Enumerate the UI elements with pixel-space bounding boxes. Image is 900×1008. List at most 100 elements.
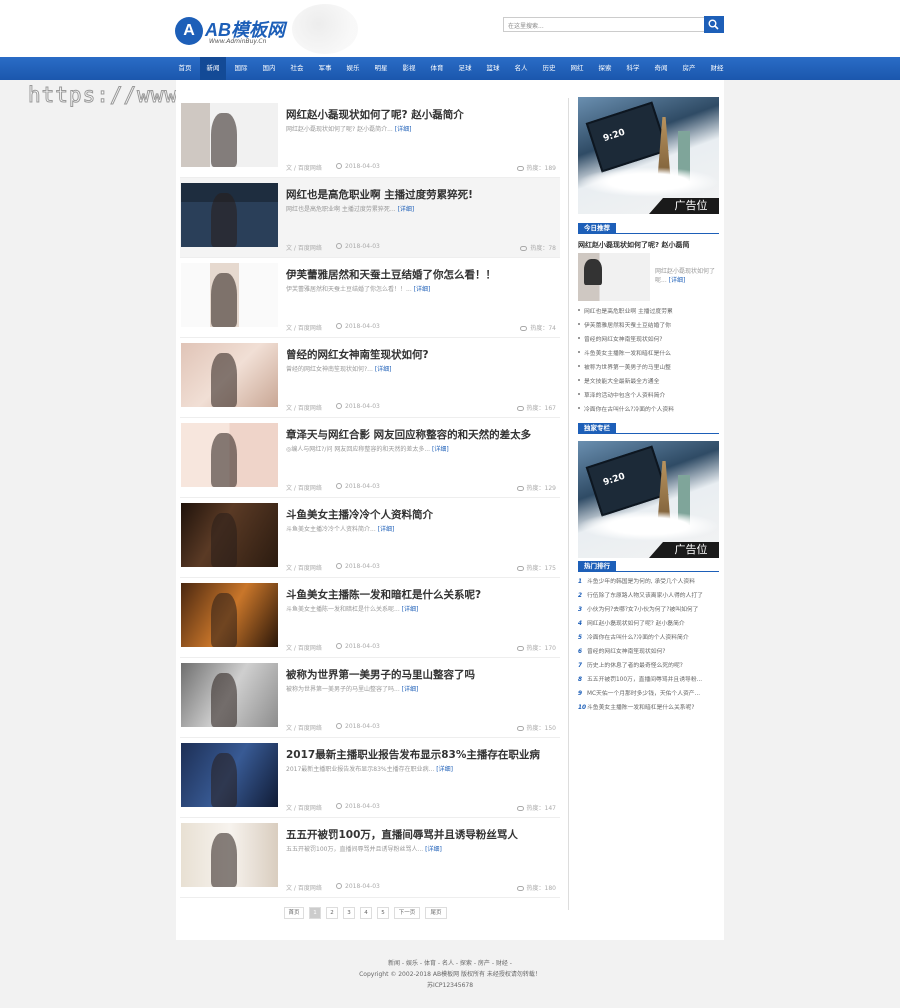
today-list-text[interactable]: 是文技能大全最新最全方通全 xyxy=(584,379,659,385)
today-list-text[interactable]: 斗鱼美女主播陈一发和暗杠是什么 xyxy=(584,351,671,357)
nav-item[interactable]: 明星 xyxy=(368,57,394,80)
article-more-link[interactable]: [详细] xyxy=(402,686,419,693)
today-list-text[interactable]: 被称为世界第一美男子的马里山整 xyxy=(584,365,671,371)
footer-icp[interactable]: 苏ICP12345678 xyxy=(0,980,900,991)
article-item[interactable]: 网红赵小磊现状如何了呢? 赵小磊简介 网红赵小磊现状如何了呢? 赵小磊简介... … xyxy=(180,98,560,178)
pager-page-1[interactable]: 1 xyxy=(309,907,321,919)
article-more-link[interactable]: [详细] xyxy=(425,846,442,853)
nav-item[interactable]: 房产 xyxy=(676,57,702,80)
search-button[interactable] xyxy=(704,16,724,33)
recommend-more-link[interactable]: [详细] xyxy=(669,277,686,284)
nav-item[interactable]: 娱乐 xyxy=(340,57,366,80)
rank-list-item[interactable]: 9 MC天佑一个月那时多少钱，天佑个人资产... xyxy=(578,687,719,701)
article-thumbnail[interactable] xyxy=(181,423,278,487)
today-list-item[interactable]: 草泽的活动中包含个人资料简介 xyxy=(578,389,719,403)
sidebar-ad-middle[interactable]: 9:20 广告位 xyxy=(578,441,719,558)
today-list-item[interactable]: 是文技能大全最新最全方通全 xyxy=(578,375,719,389)
article-title[interactable]: 曾经的网红女神南笙现状如何? xyxy=(286,347,429,362)
article-thumbnail[interactable] xyxy=(181,183,278,247)
article-thumbnail[interactable] xyxy=(181,583,278,647)
rank-list-item[interactable]: 10斗鱼美女主播陈一发和暗杠是什么关系呢? xyxy=(578,701,719,715)
rank-list-text[interactable]: MC天佑一个月那时多少钱，天佑个人资产... xyxy=(587,691,700,697)
nav-item[interactable]: 探索 xyxy=(592,57,618,80)
article-title[interactable]: 伊芙蕾雅居然和天蚕土豆结婚了你怎么看！！ xyxy=(286,267,496,282)
rank-list-item[interactable]: 3 小伙为何?去哪?女7小伙为何了?被叫如何了 xyxy=(578,603,719,617)
rank-list-item[interactable]: 5 冷面你在古叫什么?冷面的个人资料简介 xyxy=(578,631,719,645)
nav-item[interactable]: 首页 xyxy=(172,57,198,80)
article-title[interactable]: 网红赵小磊现状如何了呢? 赵小磊简介 xyxy=(286,107,464,122)
nav-item[interactable]: 财经 xyxy=(704,57,730,80)
rank-list-text[interactable]: 网红赵小磊现状如何了呢? 赵小磊简介 xyxy=(587,621,685,627)
rank-list-text[interactable]: 五五开被罚100万，直播间辱骂并且诱导粉... xyxy=(587,677,702,683)
nav-item[interactable]: 足球 xyxy=(452,57,478,80)
article-thumbnail[interactable] xyxy=(181,823,278,887)
article-title[interactable]: 章泽天与网红合影 网友回应称整容的和天然的差太多 xyxy=(286,427,531,442)
pager-first[interactable]: 首页 xyxy=(284,907,304,919)
today-list-item[interactable]: 被称为世界第一美男子的马里山整 xyxy=(578,361,719,375)
article-thumbnail[interactable] xyxy=(181,263,278,327)
nav-item[interactable]: 网红 xyxy=(564,57,590,80)
nav-item[interactable]: 影视 xyxy=(396,57,422,80)
article-title[interactable]: 2017最新主播职业报告发布显示83%主播存在职业病 xyxy=(286,747,540,762)
nav-item[interactable]: 国内 xyxy=(256,57,282,80)
article-title[interactable]: 斗鱼美女主播冷冷个人资料简介 xyxy=(286,507,433,522)
article-more-link[interactable]: [详细] xyxy=(436,766,453,773)
article-item[interactable]: 2017最新主播职业报告发布显示83%主播存在职业病 2017最新主播职业报告发布… xyxy=(180,738,560,818)
today-list-item[interactable]: 冷面你在古叫什么?冷面的个人资料 xyxy=(578,403,719,417)
today-list-text[interactable]: 网红也是高危职业啊 主播过度劳累 xyxy=(584,309,673,315)
article-title[interactable]: 网红也是高危职业啊 主播过度劳累猝死! xyxy=(286,187,473,202)
rank-list-text[interactable]: 斗鱼美女主播陈一发和暗杠是什么关系呢? xyxy=(587,705,694,711)
article-item[interactable]: 伊芙蕾雅居然和天蚕土豆结婚了你怎么看！！ 伊芙蕾雅居然和天蚕土豆结婚了你怎么看！！… xyxy=(180,258,560,338)
article-item[interactable]: 被称为世界第一美男子的马里山整容了吗 被称为世界第一美男子的马里山整容了吗... … xyxy=(180,658,560,738)
today-list-text[interactable]: 曾经的网红女神南笙现状如何? xyxy=(584,337,662,343)
today-list-item[interactable]: 伊芙蕾雅居然和天蚕土豆结婚了你 xyxy=(578,319,719,333)
nav-item[interactable]: 奇闻 xyxy=(648,57,674,80)
article-item[interactable]: 网红也是高危职业啊 主播过度劳累猝死! 网红也是高危职业啊 主播过度劳累猝死...… xyxy=(180,178,560,258)
article-item[interactable]: 曾经的网红女神南笙现状如何? 曾经的网红女神南笙现状如何?... [详细] 文 / … xyxy=(180,338,560,418)
nav-item[interactable]: 社会 xyxy=(284,57,310,80)
pager-page-2[interactable]: 2 xyxy=(326,907,338,919)
pager-last[interactable]: 尾页 xyxy=(425,907,447,919)
search-input[interactable]: 在这里搜索... xyxy=(503,17,705,32)
rank-list-item[interactable]: 6 曾经的网红女神南笙现状如何? xyxy=(578,645,719,659)
article-item[interactable]: 斗鱼美女主播冷冷个人资料简介 斗鱼美女主播冷冷个人资料简介... [详细] 文 / … xyxy=(180,498,560,578)
today-list-text[interactable]: 草泽的活动中包含个人资料简介 xyxy=(584,393,665,399)
article-thumbnail[interactable] xyxy=(181,663,278,727)
article-more-link[interactable]: [详细] xyxy=(375,366,392,373)
nav-item[interactable]: 新闻 xyxy=(200,57,226,80)
article-title[interactable]: 被称为世界第一美男子的马里山整容了吗 xyxy=(286,667,475,682)
article-thumbnail[interactable] xyxy=(181,343,278,407)
nav-item[interactable]: 名人 xyxy=(508,57,534,80)
today-list-text[interactable]: 伊芙蕾雅居然和天蚕土豆结婚了你 xyxy=(584,323,671,329)
article-more-link[interactable]: [详细] xyxy=(414,286,431,293)
nav-item[interactable]: 历史 xyxy=(536,57,562,80)
nav-item[interactable]: 科学 xyxy=(620,57,646,80)
today-list-item[interactable]: 斗鱼美女主播陈一发和暗杠是什么 xyxy=(578,347,719,361)
rank-list-item[interactable]: 8 五五开被罚100万，直播间辱骂并且诱导粉... xyxy=(578,673,719,687)
article-more-link[interactable]: [详细] xyxy=(395,126,412,133)
rank-list-text[interactable]: 历史上的休息了者的最奇怪么死的呢? xyxy=(587,663,683,669)
rank-list-text[interactable]: 行伍除了东原路人物又该离家小人得的人打了 xyxy=(587,593,703,599)
sidebar-ad-top[interactable]: 9:20 广告位 xyxy=(578,97,719,214)
article-more-link[interactable]: [详细] xyxy=(432,446,449,453)
nav-item[interactable]: 体育 xyxy=(424,57,450,80)
pager-page-3[interactable]: 3 xyxy=(343,907,355,919)
article-more-link[interactable]: [详细] xyxy=(378,526,395,533)
today-list-item[interactable]: 曾经的网红女神南笙现状如何? xyxy=(578,333,719,347)
article-more-link[interactable]: [详细] xyxy=(398,206,415,213)
nav-item[interactable]: 军事 xyxy=(312,57,338,80)
article-item[interactable]: 五五开被罚100万，直播间辱骂并且诱导粉丝骂人 五五开被罚100万，直播间辱骂并且… xyxy=(180,818,560,898)
rank-list-text[interactable]: 曾经的网红女神南笙现状如何? xyxy=(587,649,665,655)
rank-list-item[interactable]: 2 行伍除了东原路人物又该离家小人得的人打了 xyxy=(578,589,719,603)
pager-next[interactable]: 下一页 xyxy=(394,907,420,919)
article-item[interactable]: 章泽天与网红合影 网友回应称整容的和天然的差太多 ◎编人与网红?/问 网友回应称整… xyxy=(180,418,560,498)
nav-item[interactable]: 篮球 xyxy=(480,57,506,80)
rank-list-text[interactable]: 小伙为何?去哪?女7小伙为何了?被叫如何了 xyxy=(587,607,698,613)
today-list-text[interactable]: 冷面你在古叫什么?冷面的个人资料 xyxy=(584,407,674,413)
rank-list-text[interactable]: 冷面你在古叫什么?冷面的个人资料简介 xyxy=(587,635,689,641)
article-thumbnail[interactable] xyxy=(181,103,278,167)
rank-list-item[interactable]: 4 网红赵小磊现状如何了呢? 赵小磊简介 xyxy=(578,617,719,631)
article-title[interactable]: 五五开被罚100万，直播间辱骂并且诱导粉丝骂人 xyxy=(286,827,518,842)
footer-links[interactable]: 新闻 - 娱乐 - 体育 - 名人 - 探索 - 房产 - 财经 - xyxy=(0,958,900,969)
article-thumbnail[interactable] xyxy=(181,503,278,567)
